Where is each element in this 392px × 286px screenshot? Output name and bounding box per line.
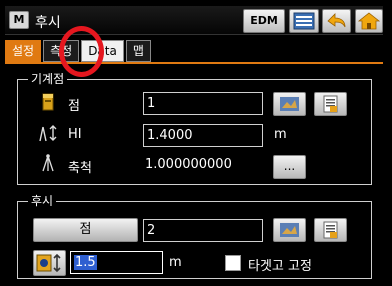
station-map-pick-button[interactable] — [273, 92, 306, 116]
target-height-icon — [36, 253, 61, 273]
map-pick-icon — [280, 223, 299, 237]
scale-value: 1.000000000 — [145, 157, 232, 172]
list-icon — [293, 12, 315, 30]
target-height-field[interactable]: 1.5 — [70, 251, 163, 274]
instrument-height-icon — [37, 122, 59, 144]
backsight-group-title: 후시 — [28, 193, 57, 209]
home-button[interactable] — [355, 9, 383, 33]
document-list-icon — [323, 221, 338, 239]
document-list-icon — [323, 95, 338, 113]
station-group-title: 기계점 — [28, 71, 68, 87]
hi-label: HI — [68, 127, 82, 142]
backsight-point-button[interactable]: 점 — [33, 218, 138, 242]
back-button[interactable] — [322, 9, 351, 33]
station-point-field[interactable]: 1 — [143, 92, 263, 115]
app-menu-icon[interactable]: M — [9, 11, 29, 29]
target-fixed-checkbox[interactable] — [225, 255, 241, 271]
highlight-circle — [59, 26, 104, 77]
window-title: 후시 — [35, 15, 61, 31]
tab-settings[interactable]: 설정 — [5, 40, 42, 62]
hi-unit: m — [274, 127, 287, 142]
scale-more-button[interactable]: ... — [273, 155, 306, 179]
backsight-list-pick-button[interactable] — [314, 218, 347, 242]
tab-map[interactable]: 맵 — [125, 40, 151, 62]
station-point-icon — [37, 91, 59, 113]
edm-button[interactable]: EDM — [243, 9, 285, 33]
title-bar: M 후시 EDM — [5, 6, 383, 35]
backsight-window: M 후시 EDM 설정 측정 Data 맵 기계점 점 1 HI 1.4000 … — [0, 0, 392, 286]
target-height-button[interactable] — [33, 250, 66, 276]
target-fixed-label: 타겟고 고정 — [248, 259, 312, 274]
station-list-pick-button[interactable] — [314, 92, 347, 116]
hi-field[interactable]: 1.4000 — [143, 124, 263, 147]
backsight-point-field[interactable]: 2 — [143, 219, 263, 242]
scale-label: 축척 — [68, 161, 92, 176]
target-height-value: 1.5 — [74, 255, 97, 270]
station-point-label: 점 — [68, 99, 80, 114]
map-pick-icon — [280, 97, 299, 111]
back-arrow-icon — [327, 13, 346, 28]
home-icon — [357, 12, 381, 30]
scale-factor-icon — [37, 152, 59, 174]
list-button[interactable] — [289, 9, 319, 33]
backsight-map-pick-button[interactable] — [273, 218, 306, 242]
target-height-unit: m — [169, 255, 182, 270]
